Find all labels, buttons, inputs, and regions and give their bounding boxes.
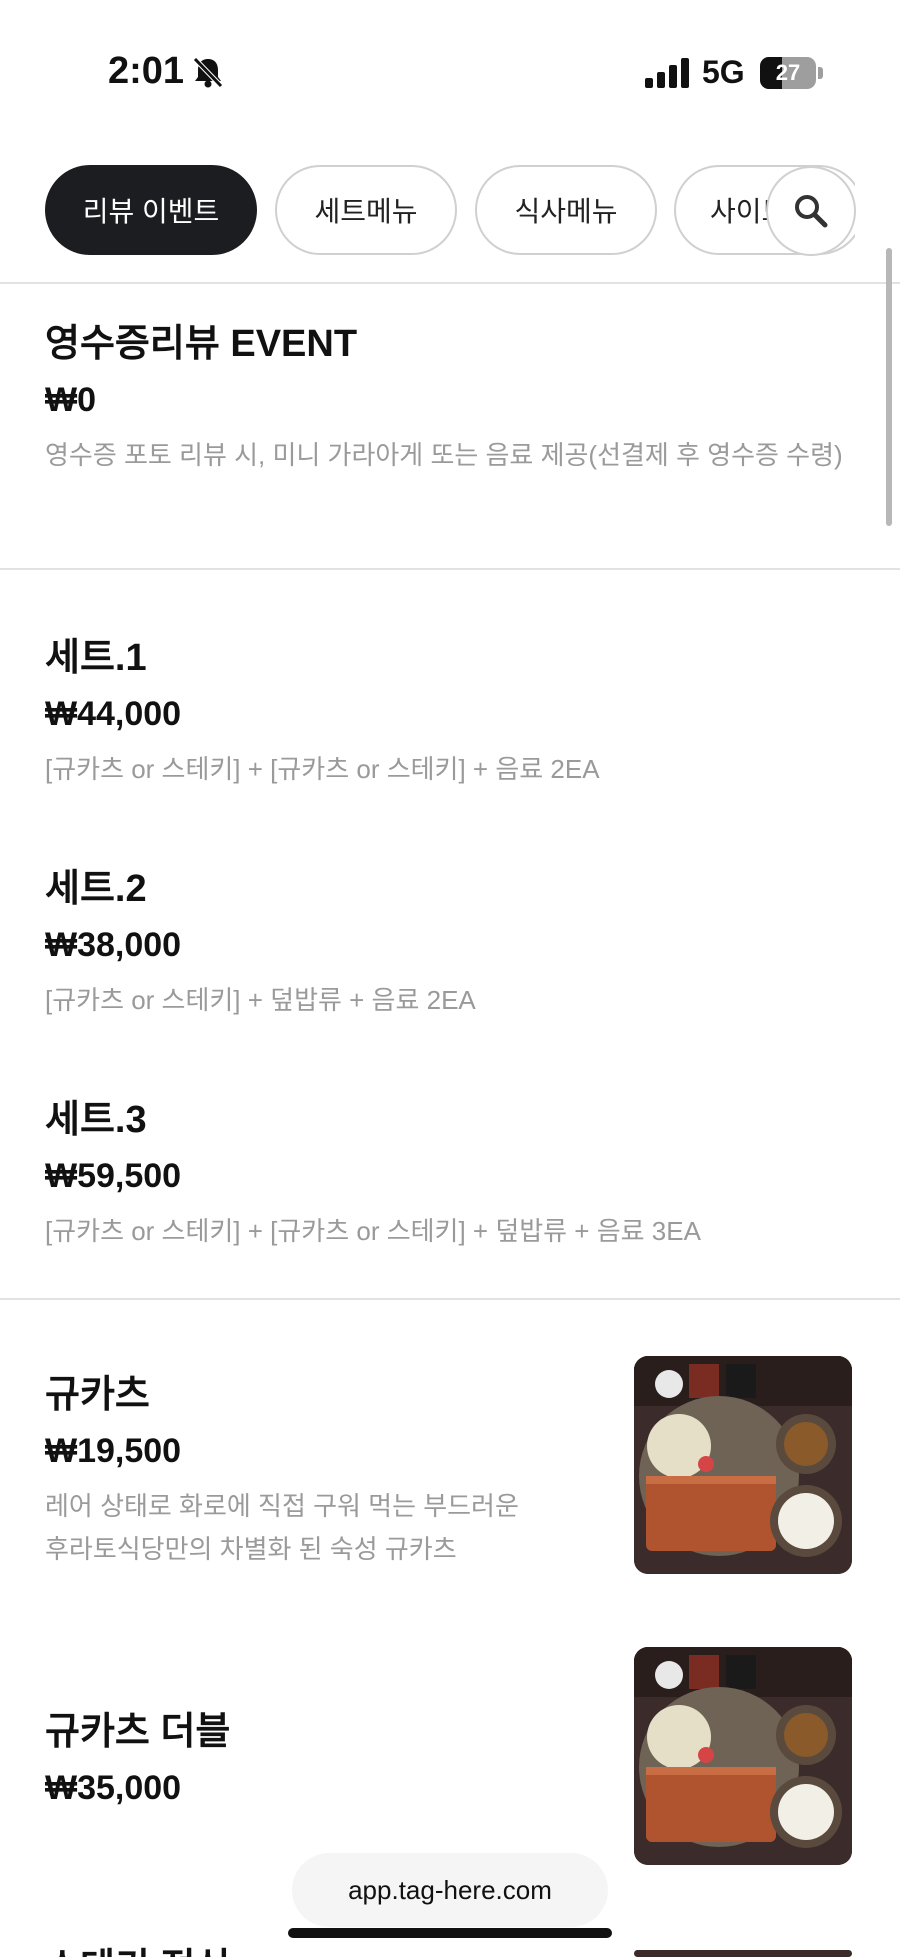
category-tabs: 리뷰 이벤트 세트메뉴 식사메뉴 사이드메뉴 [45, 165, 855, 257]
item-name: 세트.3 [45, 1099, 147, 1141]
item-price: ₩59,500 [45, 1157, 182, 1195]
home-indicator[interactable] [288, 1928, 612, 1938]
menu-item-set-1[interactable]: 세트.1 ₩44,000 [규카츠 or 스테키] + [규카츠 or 스테키]… [45, 626, 845, 791]
scrollbar[interactable] [886, 248, 892, 526]
item-description: [규카츠 or 스테키] + 덮밥류 + 음료 2EA [45, 985, 476, 1015]
item-name: 규카츠 더블 [45, 1711, 231, 1753]
item-name: 규카츠 [45, 1374, 150, 1416]
item-description: [규카츠 or 스테키] + [규카츠 or 스테키] + 음료 2EA [45, 754, 600, 784]
tab-review-event[interactable]: 리뷰 이벤트 [45, 165, 257, 255]
menu-item-set-3[interactable]: 세트.3 ₩59,500 [규카츠 or 스테키] + [규카츠 or 스테키]… [45, 1088, 845, 1253]
section-divider [0, 568, 900, 570]
menu-item-image[interactable] [634, 1356, 852, 1574]
battery-icon: 27 [760, 57, 816, 89]
search-button[interactable] [766, 166, 856, 256]
menu-item-review-event[interactable]: 영수증리뷰 EVENT ₩0 영수증 포토 리뷰 시, 미니 가라아게 또는 음… [45, 312, 845, 477]
battery-level: 27 [775, 60, 801, 85]
item-description: 레어 상태로 화로에 직접 구워 먹는 부드러운 후라토식당만의 차별화 된 숙… [45, 1485, 605, 1571]
food-photo [634, 1647, 852, 1865]
menu-item-image[interactable] [634, 1647, 852, 1865]
section-divider [0, 1298, 900, 1300]
tabs-divider [0, 282, 900, 284]
status-time: 2:01 [108, 50, 185, 92]
menu-item-set-2[interactable]: 세트.2 ₩38,000 [규카츠 or 스테키] + 덮밥류 + 음료 2EA [45, 857, 845, 1022]
item-name: 영수증리뷰 EVENT [45, 323, 358, 365]
item-price: ₩38,000 [45, 926, 182, 964]
network-type: 5G [702, 54, 745, 90]
menu-item-steki-set[interactable]: 스테키 정식 [45, 1936, 605, 1957]
item-name: 스테키 정식 [45, 1936, 605, 1957]
item-name: 세트.1 [45, 637, 147, 679]
item-description-line: 후라토식당만의 차별화 된 숙성 규카츠 [45, 1534, 457, 1564]
item-description: [규카츠 or 스테키] + [규카츠 or 스테키] + 덮밥류 + 음료 3… [45, 1216, 701, 1246]
browser-url-bar[interactable]: app.tag-here.com [292, 1853, 608, 1927]
search-icon [795, 195, 828, 228]
item-price: ₩19,500 [45, 1432, 182, 1470]
menu-item-gyukatsu[interactable]: 규카츠 ₩19,500 레어 상태로 화로에 직접 구워 먹는 부드러운 후라토… [45, 1363, 605, 1571]
food-photo [634, 1356, 852, 1574]
item-price: ₩0 [45, 381, 96, 419]
battery-cap [818, 67, 823, 79]
item-price: ₩44,000 [45, 695, 182, 733]
item-description: 영수증 포토 리뷰 시, 미니 가라아게 또는 음료 제공(선결제 후 영수증 … [45, 440, 843, 470]
item-name: 세트.2 [45, 868, 147, 910]
status-bar: 2:01 5G 27 [0, 0, 900, 150]
menu-item-image[interactable] [634, 1950, 852, 1957]
bell-muted-icon [193, 57, 223, 88]
signal-icon [645, 58, 689, 88]
item-price: ₩35,000 [45, 1769, 182, 1807]
tab-set-menu[interactable]: 세트메뉴 [275, 165, 457, 255]
menu-item-gyukatsu-double[interactable]: 규카츠 더블 ₩35,000 [45, 1700, 605, 1808]
tab-meal-menu[interactable]: 식사메뉴 [475, 165, 657, 255]
item-description-line: 레어 상태로 화로에 직접 구워 먹는 부드러운 [45, 1491, 519, 1521]
